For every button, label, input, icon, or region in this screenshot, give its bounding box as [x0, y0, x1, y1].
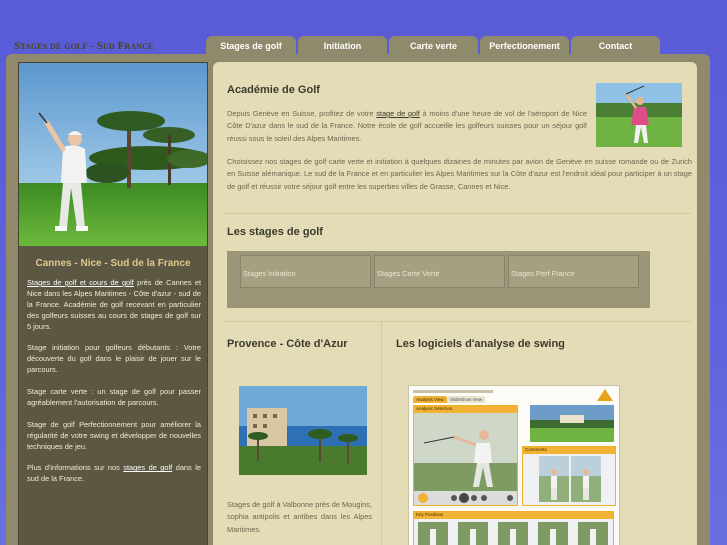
course-thumbnail: [530, 405, 614, 442]
analysis-view-tab[interactable]: Analysis View: [413, 396, 447, 403]
divider: [223, 213, 691, 214]
sidebar-paragraph-perfectionnement: Stage de golf Perfectionnement pour amél…: [27, 419, 201, 451]
software-logo: [597, 388, 613, 401]
site-title[interactable]: Stages de golf - Sud France: [14, 40, 153, 52]
intro-prefix: Depuis Genève en Suisse, profitez de vot…: [227, 109, 377, 118]
stages-box: Stages Initiation Stages Carte Verte Sta…: [227, 251, 650, 308]
tab-perfectionement[interactable]: Perfectionement: [480, 36, 569, 55]
slideshow-view-tab[interactable]: SlideShow View: [447, 396, 486, 403]
comments-panel: Comments: [522, 446, 616, 506]
more-info-link[interactable]: stages de golf: [123, 463, 172, 472]
stage-de-golf-link[interactable]: stage de golf: [376, 109, 420, 118]
comments-header: Comments: [523, 447, 615, 454]
tab-carte-verte[interactable]: Carte verte: [389, 36, 478, 55]
stages-carte-verte-button[interactable]: Stages Carte Verte: [374, 255, 505, 288]
sidebar: Cannes - Nice - Sud de la France Stages …: [18, 62, 208, 545]
key-position-thumbnails: [418, 522, 608, 545]
cote-azur-photo: [239, 386, 367, 475]
stages-title: Les stages de golf: [227, 226, 323, 238]
swing-video-frame: [414, 413, 517, 505]
intro-text: Depuis Genève en Suisse, profitez de vot…: [227, 108, 587, 145]
more-info-prefix: Plus d'informations sur nos: [27, 463, 124, 473]
analysis-panel: Analysis Selection: [413, 405, 518, 506]
software-menu: [413, 390, 493, 393]
tab-contact[interactable]: Contact: [571, 36, 660, 55]
provence-text: Stages de golf à Valbonne près de Mougin…: [227, 500, 372, 534]
sidebar-heading: Cannes - Nice - Sud de la France: [35, 258, 191, 269]
key-positions-header: Key Positions: [414, 512, 613, 519]
sidebar-paragraph-more-info: Plus d'informations sur nos stages de go…: [27, 463, 201, 485]
stages-golf-link[interactable]: Stages de golf et cours de golf: [27, 278, 134, 287]
golfer-photo: [19, 63, 207, 246]
key-positions-panel: Key Positions: [413, 511, 614, 545]
software-title: Les logiciels d'analyse de swing: [396, 338, 565, 350]
divider: [223, 321, 691, 322]
second-paragraph: Choisissez nos stages de golf carte vert…: [227, 157, 692, 191]
sidebar-paragraph: Stages de golf et cours de golf près de …: [27, 278, 201, 333]
sidebar-paragraph-carte-verte: Stage carte verte : un stage de golf pou…: [27, 387, 201, 407]
sidebar-paragraph-initiation: Stage initiation pour golfeurs débutants…: [27, 343, 201, 375]
lady-golfer-photo: [596, 83, 682, 147]
main-nav: Stages de golf Initiation Carte verte Pe…: [206, 36, 660, 55]
analysis-selection-header: Analysis Selection: [414, 406, 517, 413]
provence-title: Provence - Côte d'Azur: [227, 338, 348, 350]
tab-stages-de-golf[interactable]: Stages de golf: [206, 36, 296, 55]
stages-initiation-button[interactable]: Stages Initiation: [240, 255, 371, 288]
page-title: Académie de Golf: [227, 84, 320, 96]
sidebar-text: Stages de golf et cours de golf près de …: [27, 278, 201, 496]
stages-perf-france-button[interactable]: Stages Perf France: [508, 255, 639, 288]
tab-initiation[interactable]: Initiation: [298, 36, 387, 55]
column-divider: [381, 321, 382, 545]
swing-software-screenshot: Analysis View SlideShow View Analysis Se…: [408, 385, 620, 545]
comparison-frames: [539, 456, 601, 502]
main-content: Académie de Golf Depuis Genève en Suisse…: [213, 62, 697, 545]
